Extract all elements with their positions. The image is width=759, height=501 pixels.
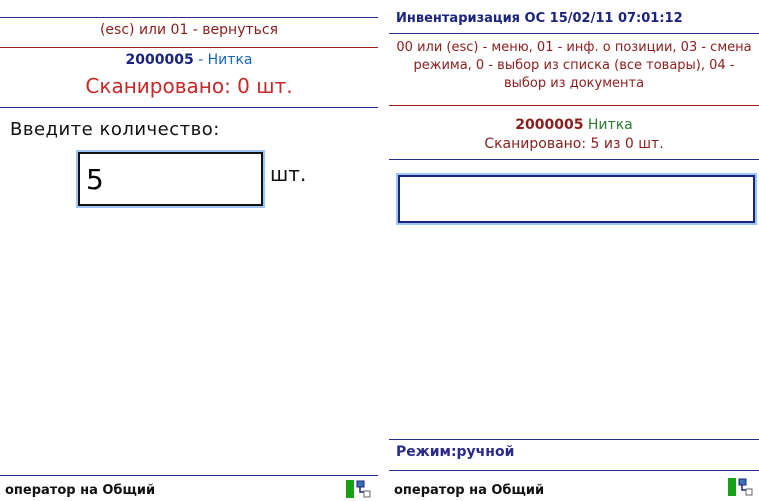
item-line: 2000005 Нитка — [389, 117, 759, 133]
item-code: 2000005 — [515, 117, 584, 133]
operator-status: оператор на Общий — [5, 483, 156, 498]
info-divider — [389, 159, 759, 160]
footer-divider — [0, 475, 378, 476]
operator-status: оператор на Общий — [394, 483, 545, 498]
title-divider — [389, 33, 759, 34]
mode-status: Режим:ручной — [396, 444, 515, 460]
item-separator: - — [193, 52, 208, 68]
network-status-icon[interactable] — [346, 480, 374, 500]
network-status-icon[interactable] — [728, 478, 756, 498]
back-hint: (esc) или 01 - вернуться — [99, 22, 279, 38]
item-line: 2000005 - Нитка — [0, 52, 378, 68]
mode-divider — [389, 439, 759, 440]
footer-divider — [389, 470, 759, 471]
quantity-entry-screen: (esc) или 01 - вернуться 2000005 - Нитка… — [0, 0, 378, 501]
document-title: Инвентаризация ОС 15/02/11 07:01:12 — [396, 11, 683, 26]
scanned-count: Сканировано: 5 из 0 шт. — [484, 136, 664, 152]
commands-hint: 00 или (esc) - меню, 01 - инф. о позиции… — [396, 40, 752, 91]
unit-label: шт. — [270, 162, 307, 186]
item-name: Нитка — [587, 117, 633, 133]
scanned-count: Сканировано: 0 шт. — [85, 74, 293, 98]
inventory-screen: Инвентаризация ОС 15/02/11 07:01:12 00 и… — [389, 0, 759, 501]
info-divider — [0, 107, 378, 108]
barcode-input[interactable] — [396, 173, 757, 225]
top-divider — [0, 17, 378, 18]
hint-divider — [0, 47, 378, 48]
item-code: 2000005 — [125, 52, 194, 68]
quantity-prompt: Введите количество: — [10, 119, 220, 140]
quantity-input[interactable] — [76, 150, 265, 208]
item-name: Нитка — [207, 52, 253, 68]
hint-divider — [389, 105, 759, 106]
